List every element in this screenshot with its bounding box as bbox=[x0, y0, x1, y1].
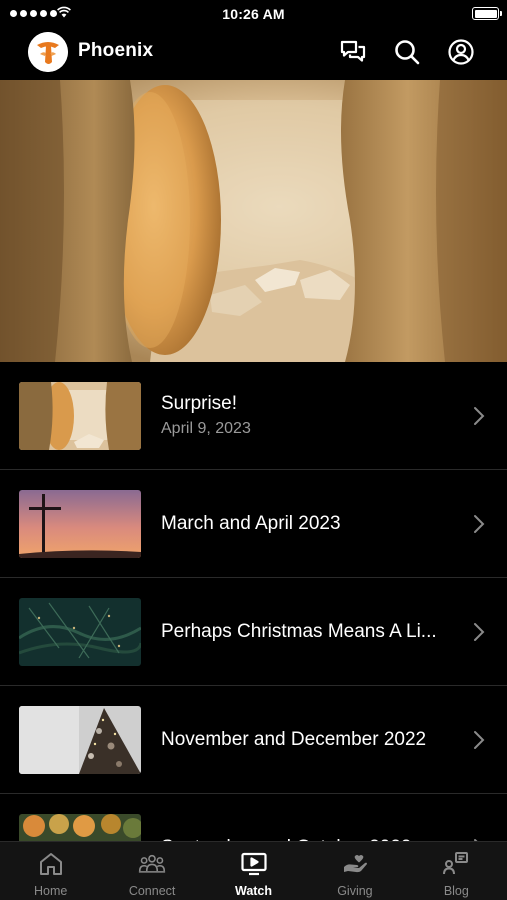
tab-label: Giving bbox=[337, 884, 373, 898]
video-title: November and December 2022 bbox=[161, 728, 427, 750]
home-icon bbox=[39, 853, 62, 875]
list-item[interactable]: March and April 2023 bbox=[0, 470, 507, 578]
video-thumbnail bbox=[19, 598, 141, 666]
list-item[interactable]: Surprise! April 9, 2023 bbox=[0, 362, 507, 470]
chevron-right-icon bbox=[474, 515, 485, 533]
video-thumbnail bbox=[19, 382, 141, 450]
chevron-right-icon bbox=[474, 623, 485, 641]
list-item[interactable]: Perhaps Christmas Means A Li... bbox=[0, 578, 507, 686]
app-title: Phoenix bbox=[78, 40, 154, 61]
video-title: Surprise! bbox=[161, 393, 238, 414]
search-icon[interactable] bbox=[393, 38, 421, 66]
video-title: March and April 2023 bbox=[161, 512, 341, 534]
tv-play-icon bbox=[240, 852, 267, 876]
tab-blog[interactable]: Blog bbox=[406, 842, 507, 900]
empty-tomb-image bbox=[0, 80, 507, 362]
featured-video-hero[interactable] bbox=[0, 80, 507, 362]
video-thumbnail bbox=[19, 490, 141, 558]
profile-icon[interactable] bbox=[447, 38, 475, 66]
church-logo[interactable] bbox=[28, 32, 68, 72]
tab-home[interactable]: Home bbox=[0, 842, 101, 900]
blog-icon bbox=[443, 852, 469, 875]
list-item[interactable]: November and December 2022 bbox=[0, 686, 507, 794]
tab-watch[interactable]: Watch bbox=[203, 842, 304, 900]
chevron-right-icon bbox=[474, 731, 485, 749]
giving-hand-icon bbox=[343, 855, 367, 873]
tab-giving[interactable]: Giving bbox=[304, 842, 405, 900]
status-time: 10:26 AM bbox=[222, 6, 285, 22]
bottom-tab-bar: Home Connect Watch Giving Blog bbox=[0, 841, 507, 900]
chat-icon[interactable] bbox=[339, 38, 367, 66]
battery-icon bbox=[472, 7, 502, 20]
video-title: Perhaps Christmas Means A Li... bbox=[161, 620, 437, 642]
video-date: April 9, 2023 bbox=[161, 420, 251, 437]
tab-label: Blog bbox=[443, 884, 469, 898]
video-list: Surprise! April 9, 2023 March and April … bbox=[0, 362, 507, 900]
tab-label: Home bbox=[34, 884, 68, 898]
phoenix-logo-icon bbox=[28, 32, 68, 72]
tab-connect[interactable]: Connect bbox=[101, 842, 202, 900]
app-header: Phoenix bbox=[0, 28, 507, 80]
tab-label: Connect bbox=[128, 884, 176, 898]
chevron-right-icon bbox=[474, 407, 485, 425]
video-thumbnail bbox=[19, 706, 141, 774]
tab-label: Watch bbox=[234, 884, 273, 898]
people-icon bbox=[138, 854, 166, 873]
status-bar: 10:26 AM bbox=[0, 0, 507, 28]
